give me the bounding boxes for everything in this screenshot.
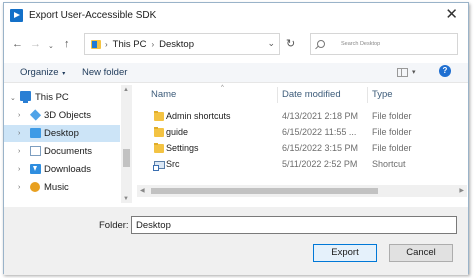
music-icon (30, 182, 40, 192)
command-bar: Organize ▾ New folder ▾ ? (4, 63, 468, 83)
nav-item-this-pc[interactable]: ⌄ This PC (4, 89, 120, 106)
scroll-thumb[interactable] (151, 188, 378, 194)
sort-ascending-icon: ^ (221, 85, 224, 91)
organize-label: Organize (20, 67, 59, 78)
desktop-icon (30, 128, 41, 138)
nav-item-label: Music (44, 182, 69, 193)
this-pc-folder-icon (91, 39, 101, 49)
forward-icon[interactable]: → (30, 37, 41, 51)
file-row[interactable]: Admin shortcuts 4/13/2021 2:18 PM File f… (137, 109, 467, 125)
folder-icon (154, 110, 164, 121)
file-list-horizontal-scrollbar[interactable]: ◀ ▶ (137, 185, 467, 197)
breadcrumb-this-pc[interactable]: This PC (113, 39, 147, 50)
search-icon (317, 40, 325, 48)
file-name: Admin shortcuts (166, 111, 231, 121)
file-row[interactable]: Src 5/11/2022 2:52 PM Shortcut (137, 157, 467, 173)
documents-icon (30, 146, 41, 156)
nav-item-3d-objects[interactable]: › 3D Objects (4, 107, 120, 124)
nav-item-documents[interactable]: › Documents (4, 143, 120, 160)
column-header-type[interactable]: Type (372, 89, 393, 100)
address-dropdown-icon[interactable]: ⌄ (267, 38, 275, 49)
cancel-button[interactable]: Cancel (389, 244, 453, 262)
nav-item-downloads[interactable]: › Downloads (4, 161, 120, 178)
window-title: Export User-Accessible SDK (29, 10, 157, 21)
new-folder-button[interactable]: New folder (82, 67, 127, 78)
folder-icon (154, 126, 164, 137)
nav-item-music[interactable]: › Music (4, 179, 120, 196)
title-bar: Export User-Accessible SDK ✕ (4, 3, 468, 29)
file-type: Shortcut (372, 159, 406, 169)
nav-item-label: Documents (44, 146, 93, 157)
address-row: ← → ⌄ ↑ › This PC › Desktop ⌄ ↻ Search D… (4, 33, 468, 59)
file-date: 4/13/2021 2:18 PM (282, 111, 359, 121)
file-row[interactable]: Settings 6/15/2022 3:15 PM File folder (137, 141, 467, 157)
file-row[interactable]: guide 6/15/2022 11:55 ... File folder (137, 125, 467, 141)
column-divider[interactable] (277, 87, 278, 103)
nav-item-label: 3D Objects (44, 110, 91, 121)
file-type: File folder (372, 111, 412, 121)
collapsed-chevron-icon[interactable]: › (18, 184, 20, 191)
up-icon[interactable]: ↑ (64, 37, 70, 51)
folder-icon (154, 142, 164, 153)
expanded-chevron-icon[interactable]: ⌄ (10, 94, 16, 102)
file-type: File folder (372, 127, 412, 137)
file-name: guide (166, 127, 189, 137)
collapsed-chevron-icon[interactable]: › (18, 130, 20, 137)
nav-item-label: Downloads (44, 164, 91, 175)
search-box[interactable]: Search Desktop (310, 33, 458, 55)
breadcrumb-desktop[interactable]: Desktop (159, 39, 194, 50)
breadcrumb-separator-icon[interactable]: › (105, 40, 108, 49)
breadcrumb-separator-icon[interactable]: › (151, 40, 154, 49)
view-options-icon[interactable] (397, 68, 408, 77)
recent-locations-chevron-icon[interactable]: ⌄ (48, 40, 54, 54)
close-icon[interactable]: ✕ (445, 7, 458, 23)
refresh-icon[interactable]: ↻ (286, 37, 295, 50)
scroll-right-icon[interactable]: ▶ (459, 187, 464, 194)
3d-objects-icon (29, 109, 42, 121)
export-button[interactable]: Export (313, 244, 377, 262)
downloads-icon (30, 164, 41, 174)
folder-input[interactable] (131, 216, 457, 234)
collapsed-chevron-icon[interactable]: › (18, 112, 20, 119)
nav-vertical-scrollbar[interactable]: ▲ ▼ (121, 85, 132, 203)
file-type: File folder (372, 143, 412, 153)
column-header-name[interactable]: Name ^ (151, 85, 224, 100)
collapsed-chevron-icon[interactable]: › (18, 148, 20, 155)
organize-dropdown-icon: ▾ (60, 71, 66, 77)
nav-item-desktop[interactable]: › Desktop (4, 125, 120, 142)
dialog-footer: Folder: Export Cancel (4, 207, 468, 275)
app-logo-icon (10, 9, 23, 22)
file-name: Src (166, 159, 180, 169)
file-date: 5/11/2022 2:52 PM (282, 159, 358, 169)
help-icon[interactable]: ? (439, 65, 451, 77)
file-date: 6/15/2022 3:15 PM (282, 143, 359, 153)
nav-item-label: Desktop (44, 128, 79, 139)
file-name: Settings (166, 143, 199, 153)
column-divider[interactable] (367, 87, 368, 103)
view-dropdown-icon[interactable]: ▾ (412, 68, 416, 76)
collapsed-chevron-icon[interactable]: › (18, 166, 20, 173)
file-date: 6/15/2022 11:55 ... (282, 127, 357, 137)
back-icon[interactable]: ← (12, 37, 23, 51)
scroll-down-icon[interactable]: ▼ (123, 196, 129, 202)
address-bar[interactable]: › This PC › Desktop ⌄ (84, 33, 280, 55)
column-name-label: Name (151, 89, 177, 100)
shortcut-icon (153, 160, 165, 171)
scroll-up-icon[interactable]: ▲ (123, 87, 129, 93)
scroll-thumb[interactable] (123, 149, 130, 167)
search-placeholder: Search Desktop (341, 41, 381, 47)
export-dialog: Export User-Accessible SDK ✕ ← → ⌄ ↑ › T… (3, 2, 469, 275)
navigation-pane: ⌄ This PC › 3D Objects › Desktop › Docum… (4, 85, 132, 203)
folder-label: Folder: (99, 220, 129, 231)
nav-item-label: This PC (35, 92, 69, 103)
scroll-left-icon[interactable]: ◀ (140, 187, 145, 194)
computer-icon (20, 91, 31, 103)
organize-button[interactable]: Organize ▾ (20, 67, 65, 78)
column-header-date-modified[interactable]: Date modified (282, 89, 341, 100)
